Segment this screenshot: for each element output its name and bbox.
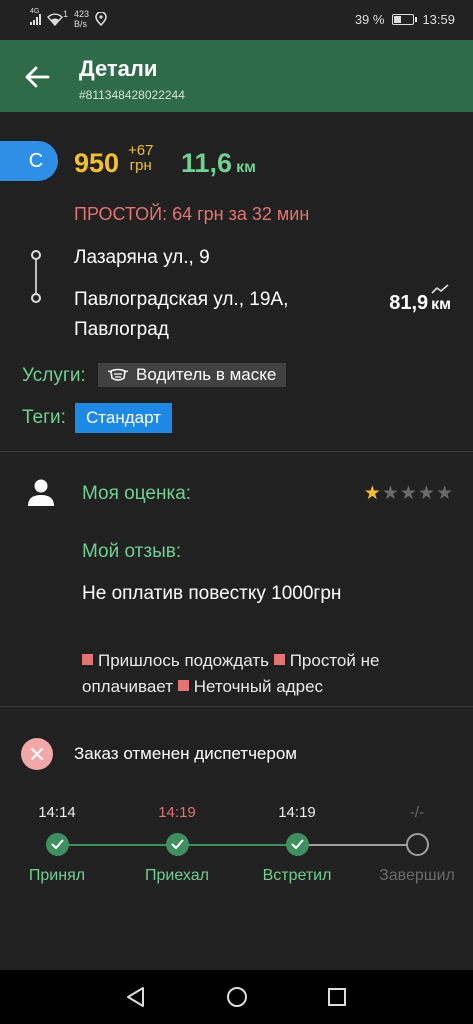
nav-recents-icon[interactable] bbox=[325, 985, 349, 1009]
timeline-track-pending bbox=[297, 844, 417, 846]
check-icon bbox=[285, 833, 309, 856]
services-label: Услуги: bbox=[22, 365, 86, 386]
star-icon: ★ bbox=[363, 483, 381, 504]
service-chip-label: Водитель в маске bbox=[136, 365, 277, 384]
system-nav-bar bbox=[0, 970, 473, 1024]
price-extra: +67 грн bbox=[128, 143, 153, 173]
rating-stars: ★ ★ ★ ★ ★ bbox=[364, 484, 453, 503]
cancel-status-text: Заказ отменен диспетчером bbox=[74, 744, 297, 763]
timeline-label: Приехал bbox=[145, 867, 209, 884]
timeline-time: 14:19 bbox=[278, 804, 316, 821]
dropoff-address-line1: Павлоградская ул., 19А, bbox=[74, 289, 289, 310]
review-label: Мой отзыв: bbox=[82, 541, 182, 562]
close-icon bbox=[21, 738, 53, 770]
nav-home-icon[interactable] bbox=[225, 985, 249, 1009]
reason-bullet-icon bbox=[177, 680, 189, 691]
distance-unit: км bbox=[236, 159, 256, 176]
service-chip: Водитель в маске bbox=[98, 363, 287, 387]
battery-icon bbox=[392, 14, 418, 25]
timeline-time: -/- bbox=[409, 804, 425, 821]
trip-distance: 81,9 км bbox=[389, 292, 451, 315]
check-icon bbox=[165, 833, 189, 856]
price-surcharge: +67 bbox=[128, 142, 154, 159]
net-speed: 423 B/s bbox=[74, 9, 90, 29]
order-number: #811348428022244 bbox=[79, 88, 185, 102]
timeline-label: Завершил bbox=[379, 867, 455, 884]
person-icon bbox=[28, 479, 54, 506]
star-icon: ★ bbox=[435, 483, 453, 504]
location-icon bbox=[95, 12, 107, 26]
check-icon bbox=[45, 833, 69, 856]
star-icon: ★ bbox=[381, 483, 399, 504]
reason-item: Пришлось подождать bbox=[82, 651, 269, 670]
back-arrow-icon[interactable] bbox=[22, 62, 52, 92]
timeline-time: 14:14 bbox=[38, 804, 76, 821]
wifi-icon bbox=[47, 12, 63, 26]
tags-label: Теги: bbox=[22, 407, 66, 428]
review-reasons: Пришлось подождать Простой не оплачивает… bbox=[82, 648, 432, 700]
battery-percent: 39 % bbox=[354, 12, 385, 27]
my-rating-label: Моя оценка: bbox=[82, 483, 192, 504]
price-value: 950 bbox=[74, 148, 120, 178]
clock: 13:59 bbox=[422, 12, 455, 27]
route-connector bbox=[35, 258, 37, 298]
timeline-label: Встретил bbox=[262, 867, 332, 884]
nav-back-icon[interactable] bbox=[124, 985, 148, 1009]
distance-value: 11,6 bbox=[181, 148, 233, 178]
trip-distance-unit: км bbox=[431, 296, 451, 313]
pickup-marker-icon bbox=[31, 250, 41, 260]
dropoff-address-line2: Павлоград bbox=[74, 319, 169, 340]
reason-item: Неточный адрес bbox=[177, 677, 323, 696]
star-icon: ★ bbox=[417, 483, 435, 504]
timeline-time: 14:19 bbox=[158, 804, 196, 821]
reason-bullet-icon bbox=[273, 654, 285, 665]
review-text: Не оплатив повестку 1000грн bbox=[82, 583, 342, 604]
notification-count: 1 bbox=[63, 9, 69, 19]
idle-charge-text: ПРОСТОЙ: 64 грн за 32 мин bbox=[74, 204, 310, 224]
trip-distance-value: 81,9 bbox=[389, 292, 429, 314]
dropoff-address: Павлоградская ул., 19А, Павлоград bbox=[74, 285, 288, 345]
status-bar: 4G 1 423 B/s 39 % 13:59 bbox=[0, 0, 473, 40]
pending-circle-icon bbox=[405, 833, 429, 856]
car-class-badge: С bbox=[0, 141, 58, 181]
cellular-signal-icon: 4G bbox=[30, 8, 41, 25]
dropoff-marker-icon bbox=[31, 293, 41, 303]
mask-icon bbox=[108, 368, 128, 381]
distance-to-client: 11,6 км bbox=[181, 148, 256, 179]
price-currency: грн bbox=[129, 157, 152, 174]
timeline-label: Принял bbox=[28, 867, 86, 884]
network-type-label: 4G bbox=[30, 8, 40, 15]
divider bbox=[0, 706, 473, 707]
page-title: Детали bbox=[79, 56, 158, 81]
app-bar: Детали #811348428022244 bbox=[0, 40, 473, 112]
star-icon: ★ bbox=[399, 483, 417, 504]
divider bbox=[0, 451, 473, 452]
pickup-address: Лазаряна ул., 9 bbox=[74, 247, 210, 268]
tag-chip: Стандарт bbox=[75, 403, 172, 433]
reason-bullet-icon bbox=[82, 654, 93, 665]
